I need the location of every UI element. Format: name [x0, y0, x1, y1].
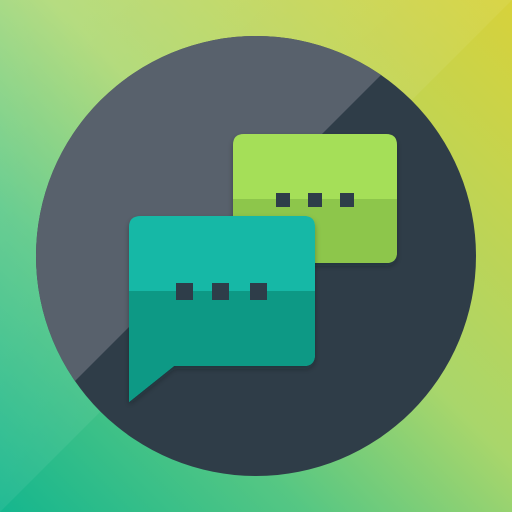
teal-bubble-dot-2: [212, 283, 229, 300]
green-bubble-dot-3: [340, 193, 354, 207]
app-icon-canvas: [0, 0, 512, 512]
teal-bubble-dot-1: [176, 283, 193, 300]
green-bubble-dot-2: [308, 193, 322, 207]
teal-bubble-dot-3: [250, 283, 267, 300]
chat-bubbles-app-icon: [0, 0, 512, 512]
green-bubble-dot-1: [276, 193, 290, 207]
